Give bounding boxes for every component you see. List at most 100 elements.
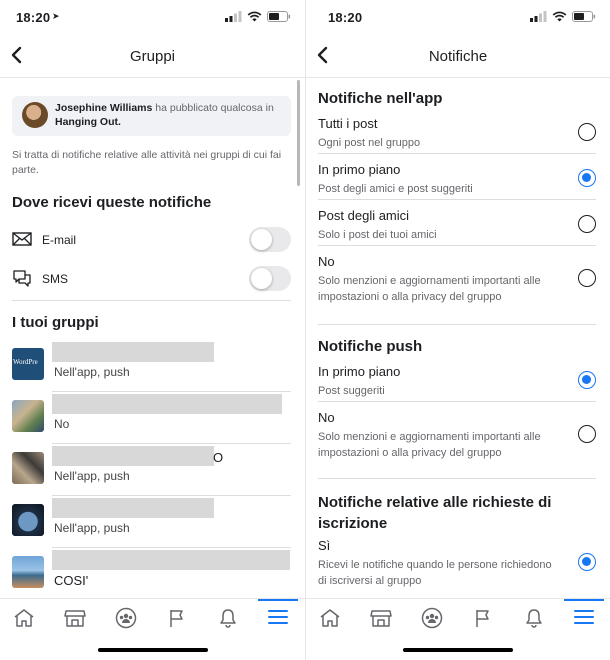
tab-groups[interactable] — [106, 601, 146, 635]
marketplace-icon — [64, 610, 86, 627]
tab-menu[interactable] — [258, 599, 298, 633]
sms-toggle[interactable] — [249, 266, 291, 291]
group-row[interactable]: WordPre Nell'app, push — [0, 340, 305, 392]
option-subtitle: Ogni post nel gruppo — [318, 137, 421, 149]
option-title: No — [318, 410, 335, 425]
home-indicator[interactable] — [97, 648, 208, 652]
option-all-posts[interactable]: Tutti i post Ogni post nel gruppo — [306, 114, 610, 154]
tab-groups[interactable] — [412, 601, 452, 635]
option-title: In primo piano — [318, 162, 401, 177]
email-row[interactable]: E-mail — [0, 221, 305, 259]
notifications-bell-icon — [526, 609, 542, 628]
notification-preview-text: Josephine Williams ha pubblicato qualcos… — [55, 101, 283, 129]
radio-button[interactable] — [578, 123, 596, 141]
sms-label: SMS — [42, 272, 69, 286]
tab-marketplace[interactable] — [361, 601, 401, 635]
option-highlights[interactable]: In primo piano Post degli amici e post s… — [306, 160, 610, 200]
chat-bubble-icon — [13, 270, 31, 287]
pages-flag-icon — [170, 610, 183, 627]
menu-icon — [268, 610, 288, 624]
option-push-none[interactable]: No Solo menzioni e aggiornamenti importa… — [306, 408, 610, 464]
option-push-highlights[interactable]: In primo piano Post suggeriti — [306, 362, 610, 402]
group-row[interactable]: Nell'app, push — [0, 496, 305, 548]
group-name-redacted — [52, 550, 290, 570]
option-title: No — [318, 254, 335, 269]
tab-notifications[interactable] — [208, 601, 248, 635]
status-time: 18:20 — [16, 10, 51, 25]
tab-bar — [306, 598, 610, 660]
group-thumbnail — [12, 452, 44, 484]
status-bar: 18:20 — [306, 0, 610, 34]
group-row[interactable]: COSI' — [0, 548, 305, 600]
group-name-redacted — [52, 446, 214, 466]
scrollbar[interactable] — [297, 80, 300, 186]
option-friends-posts[interactable]: Post degli amici Solo i post dei tuoi am… — [306, 206, 610, 246]
groups-icon — [115, 607, 137, 629]
toggle-knob — [251, 229, 272, 250]
email-toggle[interactable] — [249, 227, 291, 252]
location-arrow-icon: ➤ — [52, 11, 60, 21]
divider — [12, 300, 291, 301]
wifi-icon — [247, 11, 262, 22]
tab-marketplace[interactable] — [55, 601, 95, 635]
nav-bar: Notifiche — [306, 34, 610, 78]
tab-pages[interactable] — [157, 601, 197, 635]
option-subtitle: Ricevi le notifiche quando le persone ri… — [318, 559, 552, 587]
option-subtitle: Post degli amici e post suggeriti — [318, 183, 473, 195]
option-join-yes[interactable]: Sì Ricevi le notifiche quando le persone… — [306, 536, 610, 592]
menu-icon — [574, 610, 594, 624]
option-title: Post degli amici — [318, 208, 410, 223]
group-thumbnail — [12, 504, 44, 536]
avatar — [22, 102, 48, 128]
radio-button-selected[interactable] — [578, 371, 596, 389]
thumb-text: WordPre — [13, 358, 38, 366]
radio-button[interactable] — [578, 269, 596, 287]
radio-button[interactable] — [578, 425, 596, 443]
option-none[interactable]: No Solo menzioni e aggiornamenti importa… — [306, 252, 610, 308]
section-divider — [318, 478, 596, 479]
email-label: E-mail — [42, 233, 77, 247]
group-row[interactable]: No — [0, 392, 305, 444]
groups-heading: I tuoi gruppi — [12, 314, 99, 331]
groups-settings-content[interactable]: Josephine Williams ha pubblicato qualcos… — [0, 78, 305, 602]
option-title: Tutti i post — [318, 116, 378, 131]
option-subtitle: Post suggeriti — [318, 385, 385, 397]
option-subtitle: Solo menzioni e aggiornamenti importanti… — [318, 431, 541, 459]
group-name-redacted — [52, 498, 214, 518]
home-indicator[interactable] — [403, 648, 513, 652]
group-setting: Nell'app, push — [54, 521, 130, 535]
delivery-heading: Dove ricevi queste notifiche — [12, 194, 212, 211]
divider — [318, 245, 596, 246]
tab-home[interactable] — [310, 601, 350, 635]
notifications-bell-icon — [220, 609, 236, 628]
divider — [318, 401, 596, 402]
preview-group: Hanging Out. — [55, 116, 121, 128]
tab-bar — [0, 598, 305, 660]
tab-notifications[interactable] — [514, 601, 554, 635]
radio-button-selected[interactable] — [578, 553, 596, 571]
radio-button-selected[interactable] — [578, 169, 596, 187]
sms-row[interactable]: SMS — [0, 260, 305, 298]
tab-home[interactable] — [4, 601, 44, 635]
tab-pages[interactable] — [463, 601, 503, 635]
wifi-icon — [552, 11, 567, 22]
notifications-screen: 18:20 Notifiche Notifiche nell'app Tutti… — [305, 0, 610, 660]
group-thumbnail — [12, 556, 44, 588]
radio-button[interactable] — [578, 215, 596, 233]
option-subtitle: Solo menzioni e aggiornamenti importanti… — [318, 275, 541, 303]
status-time: 18:20 — [328, 10, 363, 25]
preview-author: Josephine Williams — [55, 102, 153, 114]
group-setting: Nell'app, push — [54, 469, 130, 483]
option-subtitle: Solo i post dei tuoi amici — [318, 229, 437, 241]
group-row[interactable]: O Nell'app, push — [0, 444, 305, 496]
pages-flag-icon — [476, 610, 489, 627]
group-name-redacted — [52, 342, 214, 362]
tab-menu[interactable] — [564, 599, 604, 633]
status-icons — [225, 11, 291, 22]
home-icon — [14, 609, 34, 627]
notification-settings-content[interactable]: Notifiche nell'app Tutti i post Ogni pos… — [306, 78, 610, 602]
divider — [318, 153, 596, 154]
group-name-part: COSI' — [54, 573, 89, 588]
group-setting: Nell'app, push — [54, 365, 130, 379]
nav-bar: Gruppi — [0, 34, 305, 78]
